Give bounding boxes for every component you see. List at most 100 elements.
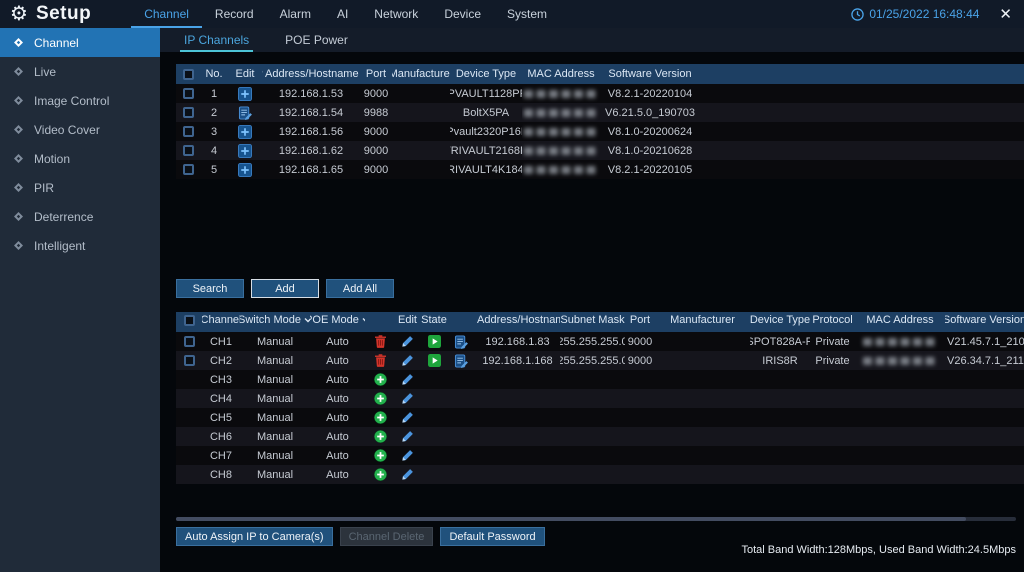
edit-pencil-icon[interactable] <box>401 373 414 386</box>
add-button[interactable]: Add <box>251 279 319 298</box>
discovered-device-row[interactable]: 5 192.168.1.65 9000 TRIVAULT4K184R V8.2.1-20… <box>176 160 1024 179</box>
cell-device-type: SPOT828A-R <box>750 332 810 351</box>
discovered-device-row[interactable]: 2 192.168.1.54 9988 BoltX5PA V6.21.5.0_19070… <box>176 103 1024 122</box>
cell-switch-mode: Manual <box>240 389 310 408</box>
cell-params-action <box>448 351 475 370</box>
select-all-checkbox[interactable] <box>183 314 195 326</box>
row-checkbox[interactable] <box>182 145 194 156</box>
sidebar-item-motion[interactable]: Motion <box>0 144 160 173</box>
sidebar-item-channel[interactable]: Channel <box>0 28 160 57</box>
sidebar-item-deterrence[interactable]: Deterrence <box>0 202 160 231</box>
cell-text: Auto <box>326 335 349 348</box>
search-button[interactable]: Search <box>176 279 244 298</box>
add-device-icon[interactable] <box>238 124 252 139</box>
nav-tab-record[interactable]: Record <box>202 0 267 28</box>
subtab-ip-channels[interactable]: IP Channels <box>180 28 253 52</box>
channel-state-icon[interactable] <box>427 354 441 367</box>
horizontal-scrollbar[interactable] <box>176 517 1016 521</box>
add-channel-icon[interactable] <box>373 468 387 481</box>
add-device-icon[interactable] <box>238 143 252 158</box>
add-channel-icon[interactable] <box>373 430 387 443</box>
cell-text: 192.168.1.56 <box>278 125 344 138</box>
channel-row[interactable]: CH3 Manual Auto <box>176 370 1024 389</box>
cell-poe-mode: Auto <box>310 465 365 484</box>
diamond-icon <box>14 241 23 250</box>
edit-pencil-icon[interactable] <box>401 430 414 443</box>
channel-row[interactable]: CH8 Manual Auto <box>176 465 1024 484</box>
cell-manufacturer <box>655 351 750 370</box>
default-password-button[interactable]: Default Password <box>440 527 545 546</box>
edit-pencil-icon[interactable] <box>401 449 414 462</box>
cell-text: Auto <box>326 373 349 386</box>
nav-tab-network[interactable]: Network <box>361 0 431 28</box>
nav-tab-device[interactable]: Device <box>431 0 494 28</box>
edit-pencil-icon[interactable] <box>401 392 414 405</box>
channel-row[interactable]: CH6 Manual Auto <box>176 427 1024 446</box>
channel-row[interactable]: CH2 Manual Auto 192.168.1.168 255.255.255.0 9… <box>176 351 1024 370</box>
cell-checkbox <box>176 103 200 122</box>
sidebar-item-intelligent[interactable]: Intelligent <box>0 231 160 260</box>
cell-device-type: IRIS8R <box>750 351 810 370</box>
cell-state-action <box>420 446 448 465</box>
cell-text: V6.21.5.0_190703 <box>605 106 695 119</box>
discovered-device-row[interactable]: 3 192.168.1.56 9000 IPvault2320P16N V8.1.0-2… <box>176 122 1024 141</box>
cell-text: Manual <box>256 430 294 443</box>
cell-software-version: V8.2.1-20220104 <box>600 84 700 103</box>
sidebar-item-video-cover[interactable]: Video Cover <box>0 115 160 144</box>
row-checkbox[interactable] <box>182 126 194 137</box>
nav-tab-system[interactable]: System <box>494 0 560 28</box>
nav-tab-alarm[interactable]: Alarm <box>267 0 324 28</box>
cell-text: Manual <box>256 449 294 462</box>
delete-channel-icon[interactable] <box>374 335 386 348</box>
sidebar-item-image-control[interactable]: Image Control <box>0 86 160 115</box>
edit-pencil-icon[interactable] <box>401 354 414 367</box>
add-channel-icon[interactable] <box>373 411 387 424</box>
row-checkbox[interactable] <box>183 336 195 347</box>
nav-tab-ai[interactable]: AI <box>324 0 361 28</box>
row-checkbox[interactable] <box>182 88 194 99</box>
select-all-checkbox[interactable] <box>182 68 194 80</box>
delete-channel-icon[interactable] <box>374 354 386 367</box>
row-checkbox[interactable] <box>182 107 194 118</box>
add-device-icon[interactable] <box>238 86 252 101</box>
header-checkbox <box>365 312 395 328</box>
channel-row[interactable]: CH7 Manual Auto <box>176 446 1024 465</box>
auto-assign-ip-button[interactable]: Auto Assign IP to Camera(s) <box>176 527 333 546</box>
redacted-mac-value <box>863 337 937 346</box>
sidebar-item-pir[interactable]: PIR <box>0 173 160 202</box>
discovered-device-row[interactable]: 1 192.168.1.53 9000 IPVAULT1128PR V8.2.1-202… <box>176 84 1024 103</box>
edit-pencil-icon[interactable] <box>401 468 414 481</box>
cell-manufacturer <box>392 122 450 141</box>
discovered-device-row[interactable]: 4 192.168.1.62 9000 TRIVAULT2168R V8.1.0-202… <box>176 141 1024 160</box>
add-channel-icon[interactable] <box>373 449 387 462</box>
cell-ip-address <box>475 408 560 427</box>
edit-document-icon[interactable] <box>454 334 469 349</box>
add-channel-icon[interactable] <box>373 373 387 386</box>
sidebar-item-live[interactable]: Live <box>0 57 160 86</box>
cell-subnet-mask <box>560 389 625 408</box>
nav-tab-channel[interactable]: Channel <box>131 0 202 28</box>
channel-row[interactable]: CH1 Manual Auto 192.168.1.83 255.255.255.0 90… <box>176 332 1024 351</box>
add-all-button[interactable]: Add All <box>326 279 394 298</box>
header-software-version: Software Version <box>945 312 1024 328</box>
clock-icon <box>851 7 865 21</box>
channel-row[interactable]: CH5 Manual Auto <box>176 408 1024 427</box>
row-checkbox[interactable] <box>182 164 194 175</box>
channel-row[interactable]: CH4 Manual Auto <box>176 389 1024 408</box>
header-no: No. <box>200 64 228 84</box>
cell-edit-action <box>395 332 420 351</box>
edit-document-icon[interactable] <box>454 353 469 368</box>
cell-text: 9000 <box>363 144 389 157</box>
add-device-icon[interactable] <box>238 162 252 177</box>
edit-pencil-icon[interactable] <box>401 411 414 424</box>
edit-document-icon[interactable] <box>238 105 253 120</box>
column-label: Manufacturer <box>670 314 735 326</box>
add-channel-icon[interactable] <box>373 392 387 405</box>
cell-text: 1 <box>210 87 218 100</box>
channel-state-icon[interactable] <box>427 335 441 348</box>
subtab-poe-power[interactable]: POE Power <box>281 28 352 52</box>
close-icon[interactable]: ✕ <box>999 5 1012 23</box>
row-checkbox[interactable] <box>183 355 195 366</box>
edit-pencil-icon[interactable] <box>401 335 414 348</box>
scrollbar-thumb[interactable] <box>176 517 966 521</box>
